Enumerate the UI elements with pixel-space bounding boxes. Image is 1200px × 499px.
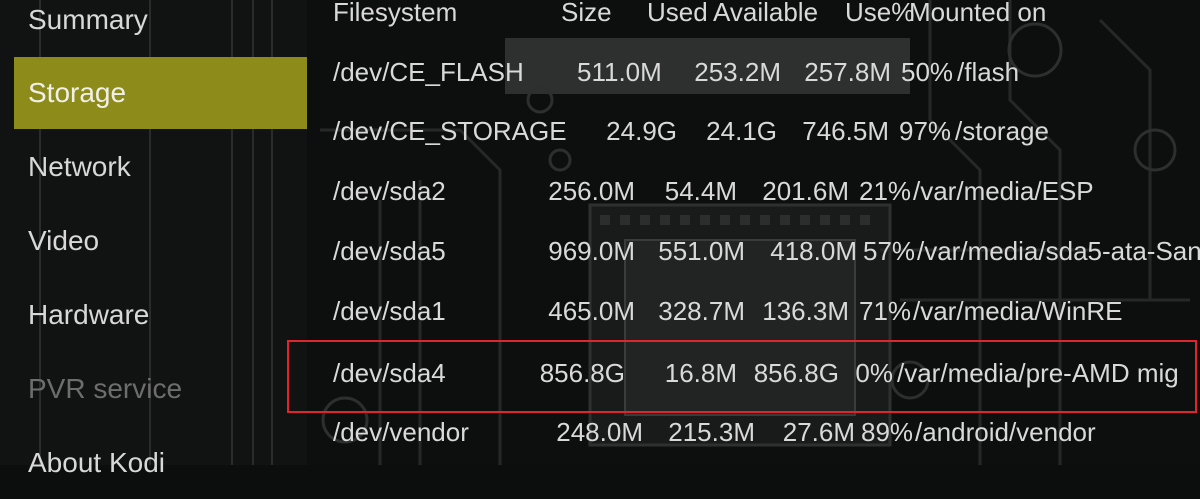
cell-size: 24.9G xyxy=(606,116,677,146)
cell-use-pct: 50% xyxy=(901,57,954,87)
cell-available: 418.0M xyxy=(770,236,857,266)
sidebar-item-summary[interactable]: Summary xyxy=(14,0,307,56)
cell-use-pct: 57% xyxy=(863,236,916,266)
cell-used: 24.1G xyxy=(706,116,777,146)
sidebar-item-label: About Kodi xyxy=(28,447,165,478)
header-used: Used xyxy=(647,0,708,27)
sidebar-item-label: Storage xyxy=(28,77,127,108)
cell-filesystem: /dev/sda2 xyxy=(333,176,446,206)
cell-available: 746.5M xyxy=(802,116,889,146)
sidebar-item-video[interactable]: Video xyxy=(14,205,307,277)
cell-size: 969.0M xyxy=(548,236,635,266)
sidebar-item-label: PVR service xyxy=(28,373,183,404)
table-row: /dev/sda5 969.0M 551.0M 418.0M 57% /var/… xyxy=(307,231,1200,271)
sidebar-item-about-kodi[interactable]: About Kodi xyxy=(14,427,307,499)
sidebar-item-label: Network xyxy=(28,151,131,182)
row-highlight-box xyxy=(287,340,1197,413)
cell-size: 256.0M xyxy=(548,176,635,206)
table-row: /dev/CE_STORAGE 24.9G 24.1G 746.5M 97% /… xyxy=(307,111,1200,151)
cell-used: 328.7M xyxy=(658,296,745,326)
cell-filesystem: /dev/vendor xyxy=(333,417,469,447)
cell-used: 253.2M xyxy=(694,57,781,87)
cell-used: 54.4M xyxy=(664,176,737,206)
cell-mounted-on: /android/vendor xyxy=(915,417,1096,447)
sidebar-item-storage[interactable]: Storage xyxy=(14,57,307,129)
cell-available: 27.6M xyxy=(782,417,855,447)
cell-mounted-on: /flash xyxy=(957,57,1020,87)
cell-use-pct: 89% xyxy=(861,417,914,447)
cell-size: 248.0M xyxy=(556,417,643,447)
table-row: /dev/sda2 256.0M 54.4M 201.6M 21% /var/m… xyxy=(307,171,1200,211)
sidebar: Summary Storage Network Video Hardware P… xyxy=(0,0,307,478)
sidebar-item-pvr-service[interactable]: PVR service xyxy=(14,353,307,425)
header-mounted-on: Mounted on xyxy=(909,0,1047,27)
cell-mounted-on: /var/media/WinRE xyxy=(913,296,1123,326)
cell-available: 136.3M xyxy=(762,296,849,326)
table-row: /dev/sda1 465.0M 328.7M 136.3M 71% /var/… xyxy=(307,291,1200,331)
table-row: /dev/CE_FLASH 511.0M 253.2M 257.8M 50% /… xyxy=(307,52,1200,92)
cell-filesystem: /dev/CE_STORAGE xyxy=(333,116,567,146)
cell-available: 257.8M xyxy=(804,57,891,87)
cell-filesystem: /dev/sda1 xyxy=(333,296,446,326)
cell-available: 201.6M xyxy=(762,176,849,206)
header-filesystem: Filesystem xyxy=(333,0,458,27)
cell-mounted-on: /var/media/sda5-ata-San xyxy=(917,236,1200,266)
cell-filesystem: /dev/CE_FLASH xyxy=(333,57,524,87)
cell-size: 465.0M xyxy=(548,296,635,326)
sidebar-item-label: Summary xyxy=(28,4,148,35)
cell-mounted-on: /storage xyxy=(955,116,1049,146)
table-header: Filesystem Size Used Available Use% Moun… xyxy=(307,0,1200,32)
cell-mounted-on: /var/media/ESP xyxy=(913,176,1094,206)
cell-use-pct: 97% xyxy=(899,116,952,146)
sidebar-item-hardware[interactable]: Hardware xyxy=(14,279,307,351)
cell-filesystem: /dev/sda5 xyxy=(333,236,446,266)
header-use-pct: Use% xyxy=(845,0,915,27)
header-available: Available xyxy=(713,0,819,27)
cell-used: 215.3M xyxy=(668,417,755,447)
sidebar-item-label: Video xyxy=(28,225,100,256)
cell-used: 551.0M xyxy=(658,236,745,266)
sidebar-item-network[interactable]: Network xyxy=(14,131,307,203)
cell-size: 511.0M xyxy=(577,57,662,87)
table-row: /dev/vendor 248.0M 215.3M 27.6M 89% /and… xyxy=(307,412,1200,452)
cell-use-pct: 71% xyxy=(859,296,912,326)
sidebar-item-label: Hardware xyxy=(28,299,150,330)
header-size: Size xyxy=(561,0,612,27)
cell-use-pct: 21% xyxy=(859,176,912,206)
